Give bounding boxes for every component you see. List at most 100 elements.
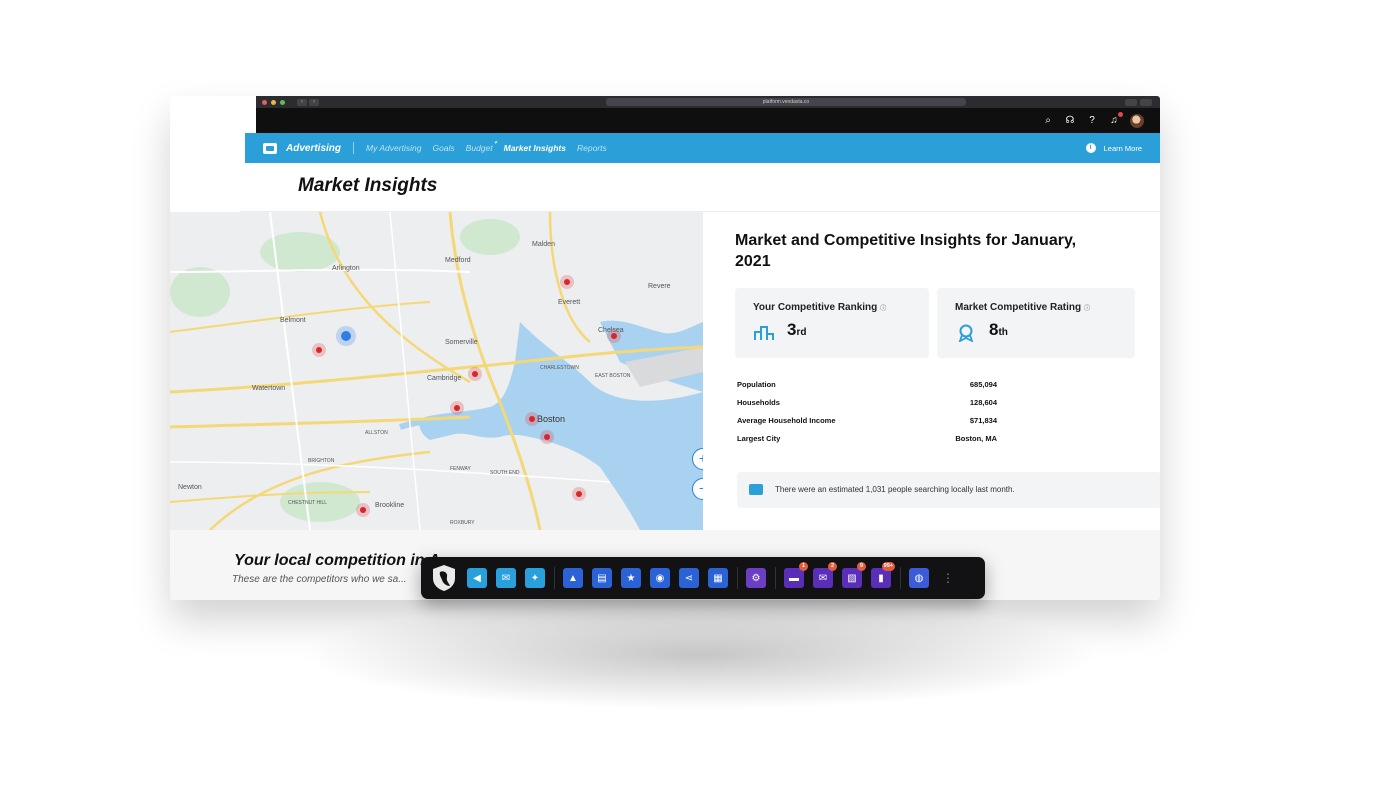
stat-row: Households 128,604: [737, 398, 997, 416]
map-label: Watertown: [252, 385, 285, 392]
map-label: ALLSTON: [365, 430, 388, 436]
dock-divider: [900, 567, 901, 589]
stat-value: Boston, MA: [955, 434, 997, 443]
app-dock: ◀ ✉ ✦ ▲ ▤ ★ ◉ ⋖ ▦ ⚙ ▬ 1 ✉ 2 ▧ 9 ▮ 99+ ◍ ⋮: [421, 557, 985, 599]
ranking-title: Your Competitive Ranking ⓘ: [753, 302, 886, 313]
headset-icon[interactable]: ☊: [1064, 115, 1076, 127]
chat-icon[interactable]: ▬ 1: [784, 562, 808, 588]
browser-nav-buttons[interactable]: ‹ ›: [297, 98, 319, 106]
megaphone-icon[interactable]: ◀: [467, 568, 487, 588]
map-label: EAST BOSTON: [595, 373, 631, 379]
browser-actions[interactable]: [1125, 98, 1152, 106]
map-label: FENWAY: [450, 466, 471, 472]
stat-label: Population: [737, 380, 776, 389]
dock-badge: 99+: [881, 562, 895, 571]
app-navbar: Advertising My Advertising Goals Budget ✦…: [245, 133, 1160, 163]
info-icon: i: [1085, 143, 1096, 153]
inbox-icon[interactable]: ✉ 2: [813, 562, 837, 588]
map-label: SOUTH END: [490, 470, 520, 476]
map-label: Boston: [537, 414, 565, 424]
url-bar[interactable]: platform.vendasta.co: [606, 98, 966, 106]
stat-row: Largest City Boston, MA: [737, 434, 997, 452]
business-location-marker[interactable]: [336, 326, 356, 346]
calendar-icon[interactable]: ▦: [708, 568, 728, 588]
map-label: Belmont: [280, 317, 306, 324]
pin-icon[interactable]: ✦: [525, 568, 545, 588]
stat-row: Population 685,094: [737, 380, 997, 398]
map-canvas: Malden Medford Arlington Everett Revere …: [170, 212, 703, 530]
dock-divider: [737, 567, 738, 589]
podium-icon: [754, 326, 774, 340]
map-label: Somerville: [445, 339, 478, 346]
window-controls[interactable]: [262, 99, 285, 105]
browser-chrome: ‹ › platform.vendasta.co: [256, 96, 1160, 108]
map-label: Revere: [648, 283, 671, 290]
award-icon: [958, 324, 974, 342]
share-icon[interactable]: ⋖: [679, 568, 699, 588]
map-label: Malden: [532, 241, 555, 248]
rating-title-text: Market Competitive Rating: [955, 302, 1082, 313]
nav-reports[interactable]: Reports: [577, 143, 607, 153]
dock-divider: [554, 567, 555, 589]
listing-icon[interactable]: ▤: [592, 568, 612, 588]
globe-icon[interactable]: ◍: [909, 568, 929, 588]
nav-goals[interactable]: Goals: [432, 143, 454, 153]
advertising-logo-icon: [263, 142, 277, 154]
stat-value: $71,834: [969, 416, 997, 425]
notice-text: There were an estimated 1,031 people sea…: [775, 485, 1015, 494]
search-notice: There were an estimated 1,031 people sea…: [737, 472, 1160, 508]
bell-icon[interactable]: ♫: [1108, 112, 1123, 127]
help-icon[interactable]: ⓘ: [1084, 306, 1090, 312]
insights-panel: Market and Competitive Insights for Janu…: [703, 212, 1160, 530]
nav-market-insights[interactable]: Market Insights: [504, 143, 566, 153]
stat-value: 128,604: [969, 398, 997, 407]
stat-value: 685,094: [969, 380, 997, 389]
market-map[interactable]: Malden Medford Arlington Everett Revere …: [170, 212, 703, 530]
stat-label: Households: [737, 398, 780, 407]
nav-budget-label: Budget: [465, 143, 493, 153]
dock-divider: [775, 567, 776, 589]
search-icon[interactable]: ⌕: [1042, 115, 1054, 127]
star-icon[interactable]: ★: [621, 568, 641, 588]
mail-icon[interactable]: ✉: [496, 568, 516, 588]
help-icon[interactable]: ⓘ: [880, 306, 886, 312]
dock-badge: 1: [799, 562, 808, 571]
brand-label[interactable]: Advertising: [286, 143, 341, 154]
ranking-card: Your Competitive Ranking ⓘ 3rd: [735, 288, 929, 358]
top-toolbar: ⌕ ☊ ? ♫: [256, 108, 1160, 133]
shield-logo-icon[interactable]: [431, 564, 457, 592]
dock-badge: 2: [828, 562, 837, 571]
document-icon[interactable]: ▮ 99+: [871, 562, 895, 588]
review-icon[interactable]: ◉: [650, 568, 670, 588]
nav-budget-flag: ✦: [493, 140, 498, 146]
learn-more-label: Learn More: [1103, 143, 1142, 153]
dock-badge: 9: [857, 562, 866, 571]
stage: ‹ › platform.vendasta.co ⌕ ☊ ? ♫ Advertis…: [0, 0, 1400, 789]
gallery-icon[interactable]: ▧ 9: [842, 562, 866, 588]
user-settings-icon[interactable]: ⚙: [746, 568, 766, 588]
map-label: ROXBURY: [450, 520, 475, 526]
nav-budget[interactable]: Budget ✦: [465, 140, 498, 153]
competition-subtitle: These are the competitors who we sa...: [232, 574, 407, 585]
map-label: CHESTNUT HILL: [288, 500, 327, 506]
rating-title: Market Competitive Rating ⓘ: [955, 302, 1090, 313]
map-label: BRIGHTON: [308, 458, 335, 464]
chart-icon[interactable]: ▲: [563, 568, 583, 588]
page-header: Market Insights: [240, 163, 1160, 212]
ranking-title-text: Your Competitive Ranking: [753, 302, 878, 313]
nav-my-advertising[interactable]: My Advertising: [366, 143, 421, 153]
more-icon[interactable]: ⋮: [942, 571, 954, 585]
learn-more-link[interactable]: i Learn More: [1085, 143, 1142, 153]
nav-divider: [353, 142, 355, 154]
rating-card: Market Competitive Rating ⓘ 8th: [937, 288, 1135, 358]
map-label: Arlington: [332, 265, 360, 272]
help-icon[interactable]: ?: [1086, 115, 1098, 127]
message-icon: [749, 484, 763, 495]
ranking-value: 3rd: [787, 320, 806, 340]
map-label: Brookline: [375, 502, 404, 509]
ranking-suffix: rd: [796, 327, 807, 338]
market-stats: Population 685,094 Households 128,604 Aver…: [737, 380, 997, 452]
notification-dot: [1118, 112, 1123, 117]
avatar[interactable]: [1130, 114, 1144, 128]
rating-value: 8th: [989, 320, 1008, 340]
